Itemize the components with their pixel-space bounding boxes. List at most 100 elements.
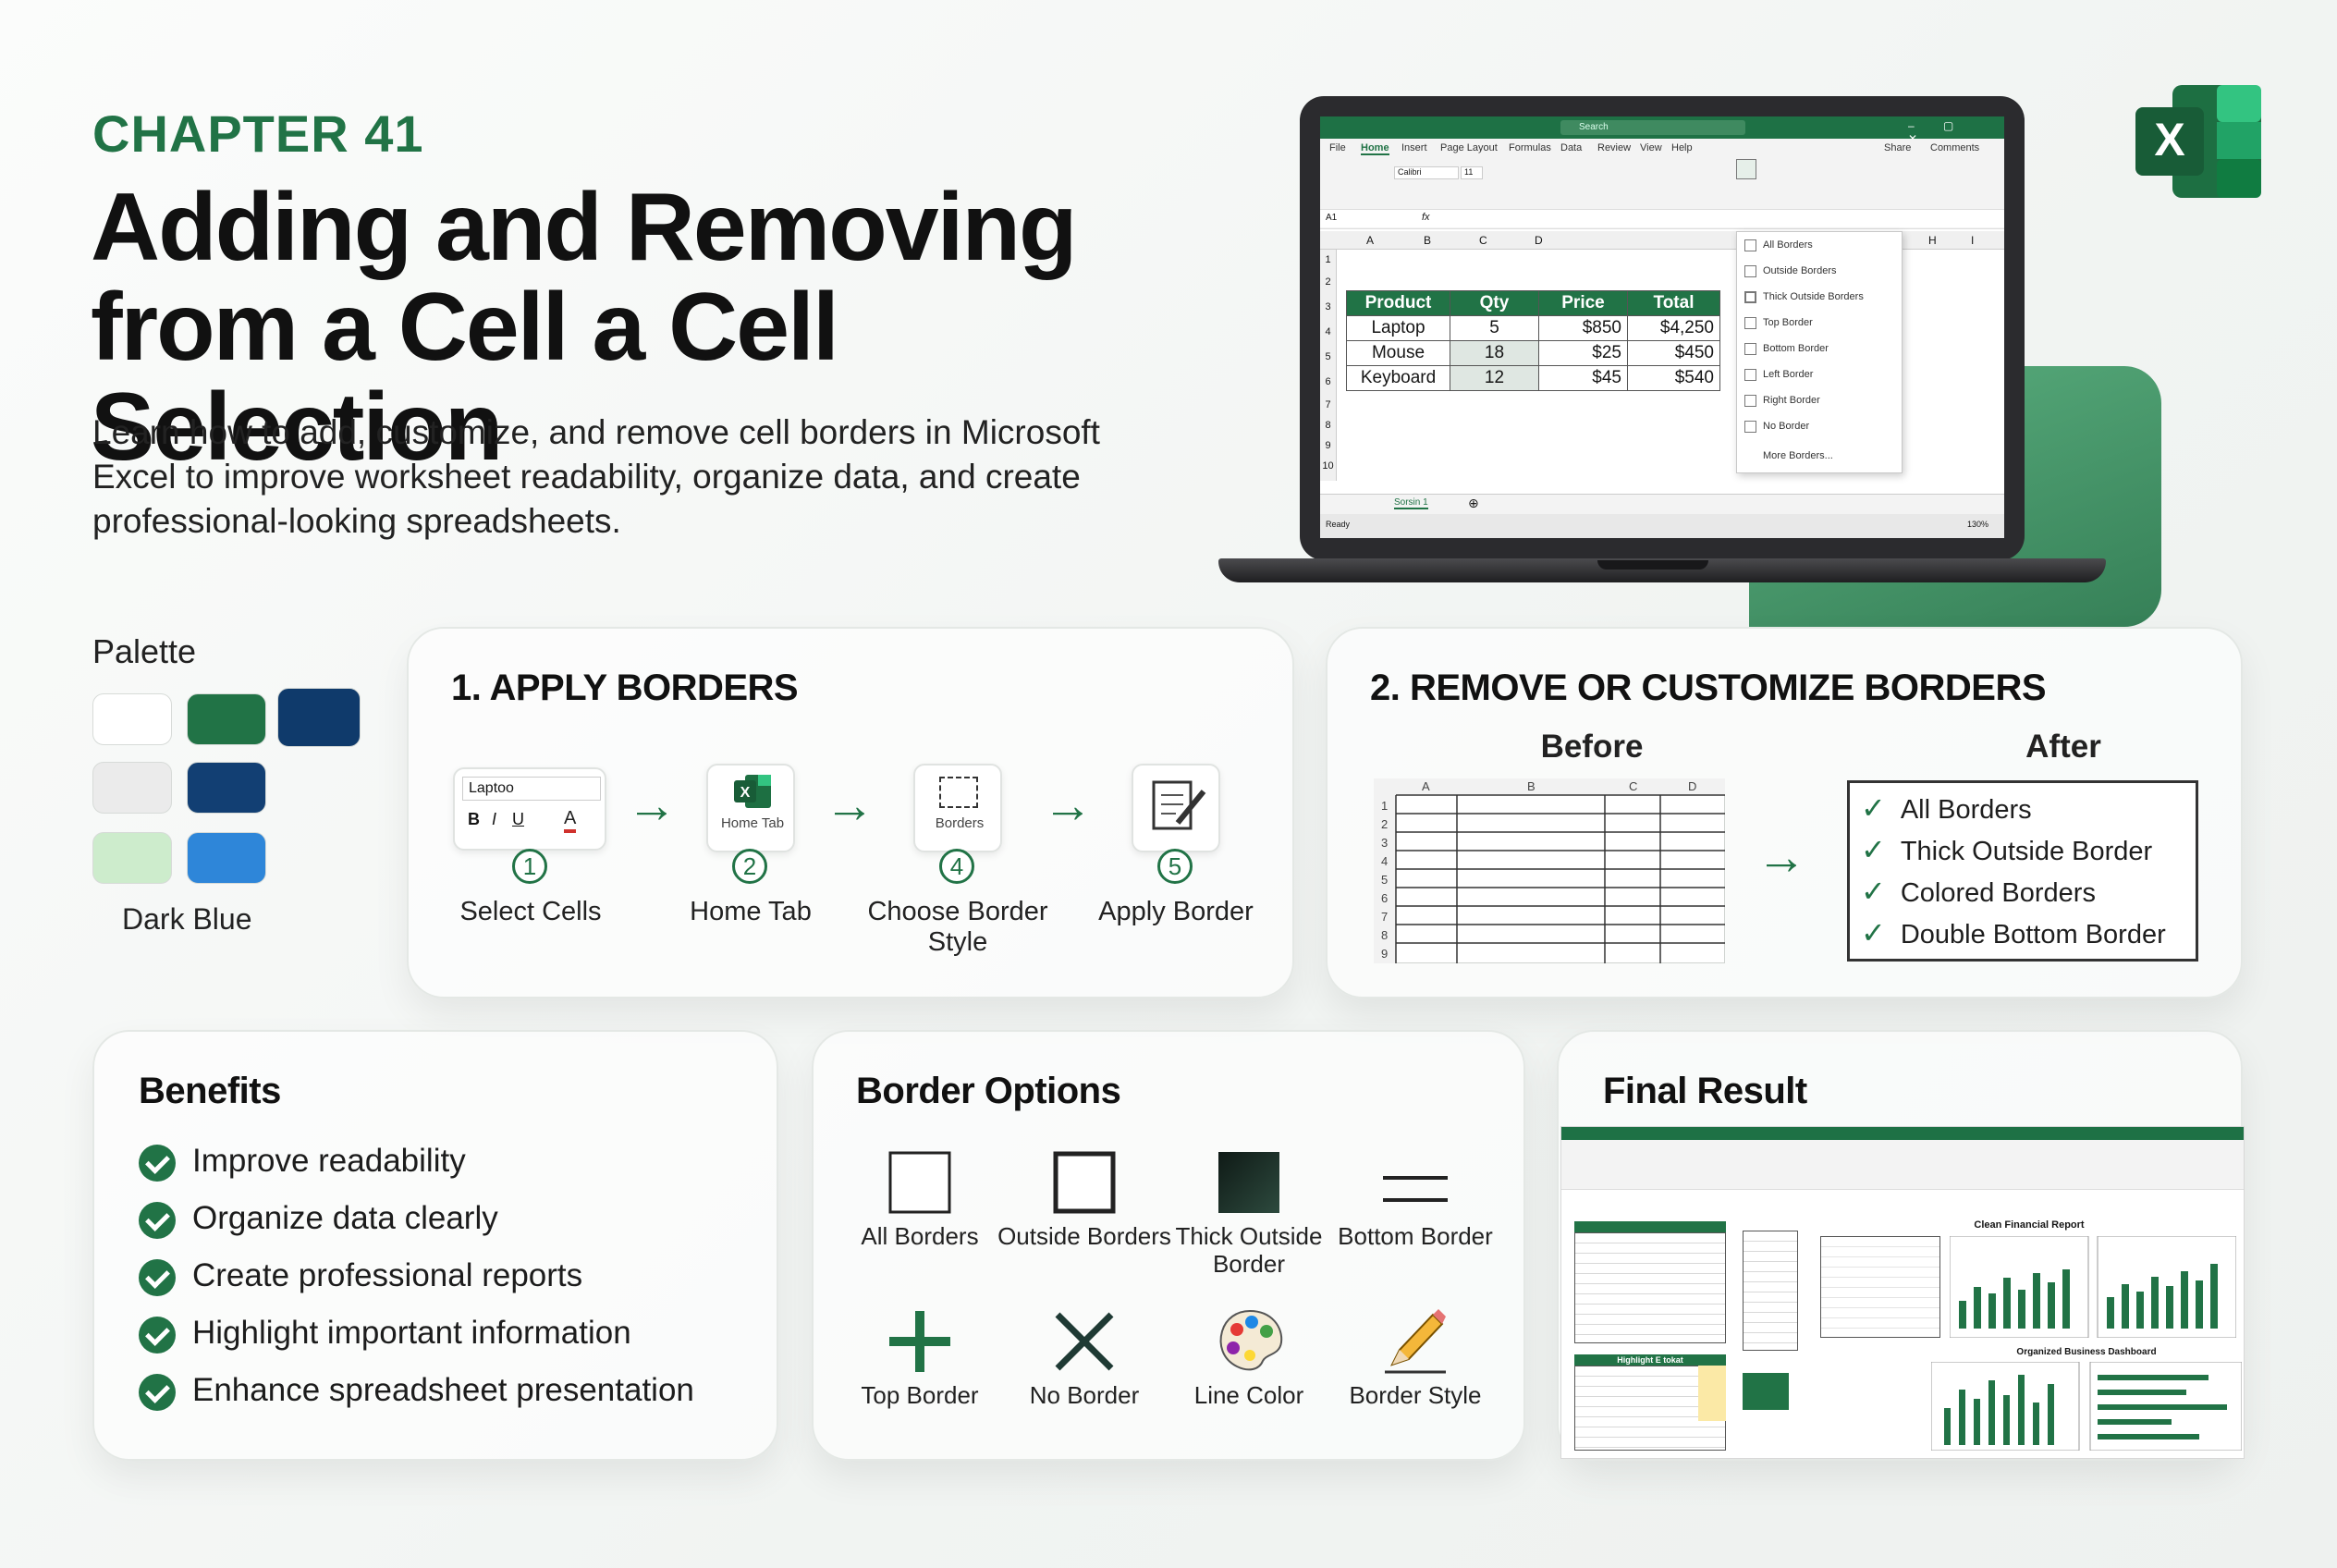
final-section-header: Highlight E tokat bbox=[1574, 1354, 1726, 1366]
row-header[interactable]: 6 bbox=[1320, 370, 1336, 395]
column-header[interactable]: B bbox=[1424, 234, 1431, 247]
menu-item-right-border[interactable]: Right Border bbox=[1763, 395, 1820, 406]
table-cell[interactable]: Laptop bbox=[1346, 315, 1450, 341]
after-item[interactable]: ✓ Colored Borders bbox=[1861, 874, 2096, 909]
row-header[interactable]: 7 bbox=[1320, 395, 1336, 415]
row-header[interactable]: 4 bbox=[1320, 320, 1336, 345]
tab-insert[interactable]: Insert bbox=[1401, 142, 1427, 153]
column-header[interactable]: C bbox=[1479, 234, 1487, 247]
table-cell[interactable]: 12 bbox=[1450, 365, 1539, 391]
menu-item-no-border[interactable]: No Border bbox=[1763, 421, 1809, 432]
grid-column-label: A bbox=[1422, 779, 1430, 793]
swatch-blue[interactable] bbox=[187, 832, 266, 884]
pencil-border-style-icon[interactable] bbox=[1381, 1305, 1450, 1376]
swatch-light-green[interactable] bbox=[92, 832, 172, 884]
row-header[interactable]: 1 bbox=[1320, 250, 1336, 270]
column-header[interactable]: I bbox=[1971, 234, 1974, 247]
outside-borders-icon[interactable] bbox=[1052, 1150, 1117, 1215]
tab-review[interactable]: Review bbox=[1597, 142, 1631, 153]
laptop-screen: Search – ▢ ✕ File Home Insert Page Layou… bbox=[1300, 96, 2025, 560]
column-header[interactable]: D bbox=[1535, 234, 1543, 247]
thick-outside-border-icon[interactable] bbox=[1217, 1150, 1281, 1215]
page-subtitle: Learn how to add, customize, and remove … bbox=[92, 413, 1100, 540]
row-header[interactable]: 3 bbox=[1320, 295, 1336, 320]
apply-borders-title: 1. APPLY BORDERS bbox=[451, 668, 799, 708]
menu-item-bottom-border[interactable]: Bottom Border bbox=[1763, 343, 1829, 354]
header-cell[interactable]: Price bbox=[1538, 290, 1628, 316]
final-dashboard-title: Organized Business Dashboard bbox=[2016, 1347, 2157, 1357]
tab-data[interactable]: Data bbox=[1560, 142, 1582, 153]
check-icon: ✓ bbox=[1861, 875, 1886, 908]
all-borders-icon[interactable] bbox=[887, 1150, 952, 1215]
tab-view[interactable]: View bbox=[1640, 142, 1662, 153]
after-item[interactable]: ✓ Thick Outside Border bbox=[1861, 832, 2152, 867]
apply-border-pencil-icon bbox=[1152, 780, 1206, 830]
share-button[interactable]: Share bbox=[1884, 142, 1911, 153]
menu-item-outside-borders[interactable]: Outside Borders bbox=[1763, 265, 1836, 276]
home-tab-mock[interactable]: X Home Tab bbox=[706, 764, 795, 852]
check-circle-icon bbox=[139, 1145, 176, 1182]
row-header[interactable]: 5 bbox=[1320, 345, 1336, 370]
add-sheet-icon[interactable]: ⊕ bbox=[1468, 496, 1479, 511]
after-item[interactable]: ✓ All Borders bbox=[1861, 790, 2032, 826]
menu-item-thick-outside-borders[interactable]: Thick Outside Borders bbox=[1763, 291, 1864, 302]
table-cell[interactable]: $45 bbox=[1538, 365, 1628, 391]
table-cell[interactable]: $450 bbox=[1627, 340, 1720, 366]
name-box[interactable]: A1 bbox=[1326, 213, 1337, 223]
table-cell[interactable]: $4,250 bbox=[1627, 315, 1720, 341]
menu-item-left-border[interactable]: Left Border bbox=[1763, 369, 1813, 380]
no-border-x-icon[interactable] bbox=[1052, 1309, 1117, 1374]
table-cell[interactable]: $850 bbox=[1538, 315, 1628, 341]
top-border-plus-icon[interactable] bbox=[887, 1309, 952, 1374]
palette-color-icon[interactable] bbox=[1217, 1307, 1285, 1374]
zoom-level[interactable]: 130% bbox=[1967, 520, 1988, 529]
table-cell[interactable]: 5 bbox=[1450, 315, 1539, 341]
sheet-tab[interactable]: Sorsin 1 bbox=[1394, 497, 1428, 509]
swatch-light-gray[interactable] bbox=[92, 762, 172, 814]
tab-page-layout[interactable]: Page Layout bbox=[1440, 142, 1498, 153]
after-item[interactable]: ✓ Double Bottom Border bbox=[1861, 915, 2166, 950]
header-cell[interactable]: Total bbox=[1627, 290, 1720, 316]
table-cell[interactable]: 18 bbox=[1450, 340, 1539, 366]
swatch-white[interactable] bbox=[92, 693, 172, 745]
before-grid-labels: A B C D 1 2 3 4 5 6 7 8 9 bbox=[1374, 778, 1725, 963]
excel-search-box[interactable]: Search bbox=[1560, 120, 1745, 135]
tab-help[interactable]: Help bbox=[1671, 142, 1693, 153]
swatch-green[interactable] bbox=[187, 693, 266, 745]
menu-item-top-border[interactable]: Top Border bbox=[1763, 317, 1813, 328]
borders-button-mock[interactable]: Borders bbox=[913, 764, 1002, 852]
font-size-box[interactable]: 11 bbox=[1461, 166, 1483, 179]
step-label: Choose Border Style bbox=[867, 897, 1048, 957]
row-header[interactable]: 8 bbox=[1320, 415, 1336, 435]
select-cells-mock[interactable]: Laptoo B I U A bbox=[453, 767, 606, 851]
menu-item-more-borders[interactable]: More Borders... bbox=[1763, 450, 1833, 461]
header-cell[interactable]: Product bbox=[1346, 290, 1450, 316]
tab-file[interactable]: File bbox=[1329, 142, 1346, 153]
table-row: Keyboard 12 $45 $540 bbox=[1346, 365, 1720, 391]
tab-home[interactable]: Home bbox=[1361, 142, 1389, 155]
font-name-box[interactable]: Calibri bbox=[1394, 166, 1459, 179]
swatch-navy[interactable] bbox=[187, 762, 266, 814]
final-report-title: Clean Financial Report bbox=[1974, 1219, 2085, 1231]
row-header[interactable]: 10 bbox=[1320, 456, 1336, 476]
borders-ribbon-button[interactable] bbox=[1736, 159, 1756, 179]
apply-border-mock[interactable] bbox=[1132, 764, 1220, 852]
header-cell[interactable]: Qty bbox=[1450, 290, 1539, 316]
tab-formulas[interactable]: Formulas bbox=[1509, 142, 1551, 153]
row-header[interactable]: 9 bbox=[1320, 435, 1336, 456]
row-header[interactable]: 2 bbox=[1320, 270, 1336, 295]
swatch-dark-blue[interactable] bbox=[277, 688, 361, 747]
bottom-border-icon[interactable] bbox=[1381, 1150, 1450, 1215]
table-cell[interactable]: Keyboard bbox=[1346, 365, 1450, 391]
comments-button[interactable]: Comments bbox=[1930, 142, 1979, 153]
table-cell[interactable]: $25 bbox=[1538, 340, 1628, 366]
column-header[interactable]: H bbox=[1928, 234, 1937, 247]
table-cell[interactable]: Mouse bbox=[1346, 340, 1450, 366]
no-border-icon bbox=[1744, 421, 1756, 433]
column-header[interactable]: A bbox=[1366, 234, 1374, 247]
formula-bar[interactable]: A1 fx bbox=[1320, 209, 2004, 227]
benefit-item: Enhance spreadsheet presentation bbox=[192, 1372, 694, 1408]
menu-item-all-borders[interactable]: All Borders bbox=[1763, 239, 1813, 251]
step-label: Apply Border bbox=[1098, 897, 1254, 926]
table-cell[interactable]: $540 bbox=[1627, 365, 1720, 391]
